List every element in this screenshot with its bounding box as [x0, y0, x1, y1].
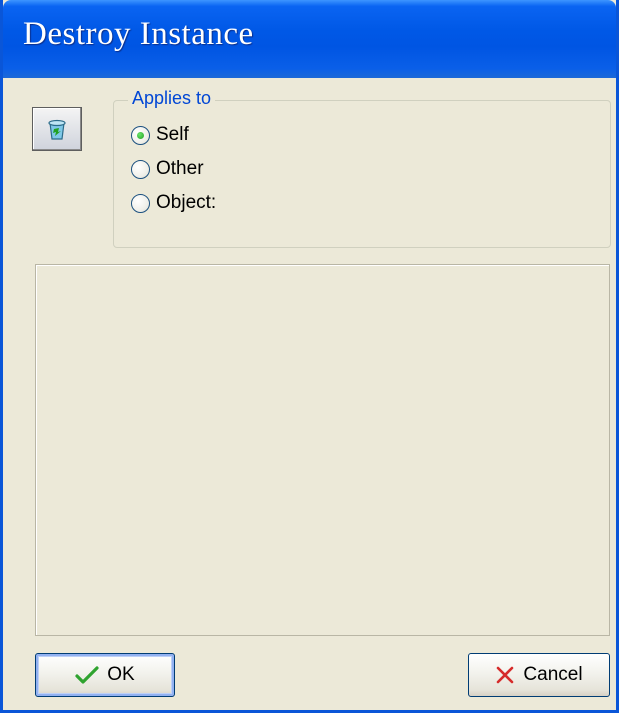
- cancel-button-label: Cancel: [523, 664, 583, 685]
- checkmark-icon: [75, 665, 99, 685]
- radio-button-object[interactable]: [131, 193, 150, 213]
- dialog-window: Destroy Instance Applies to Self Other O…: [0, 0, 619, 713]
- ok-button[interactable]: OK: [35, 653, 175, 697]
- window-title: Destroy Instance: [23, 16, 254, 52]
- radio-other[interactable]: Other: [131, 157, 204, 181]
- ok-button-label: OK: [107, 664, 135, 685]
- radio-object[interactable]: Object:: [131, 191, 216, 215]
- radio-button-other[interactable]: [131, 159, 150, 179]
- radio-label-object: Object:: [156, 192, 217, 213]
- close-x-icon: [495, 665, 515, 685]
- applies-to-legend: Applies to: [128, 88, 216, 109]
- arguments-panel: [35, 264, 610, 636]
- radio-self[interactable]: Self: [131, 123, 189, 147]
- title-bar[interactable]: Destroy Instance: [3, 0, 616, 78]
- cancel-button[interactable]: Cancel: [468, 653, 610, 697]
- radio-label-self: Self: [156, 124, 189, 145]
- radio-label-other: Other: [156, 158, 204, 179]
- trash-can-icon: [32, 107, 82, 151]
- radio-button-self[interactable]: [131, 125, 150, 145]
